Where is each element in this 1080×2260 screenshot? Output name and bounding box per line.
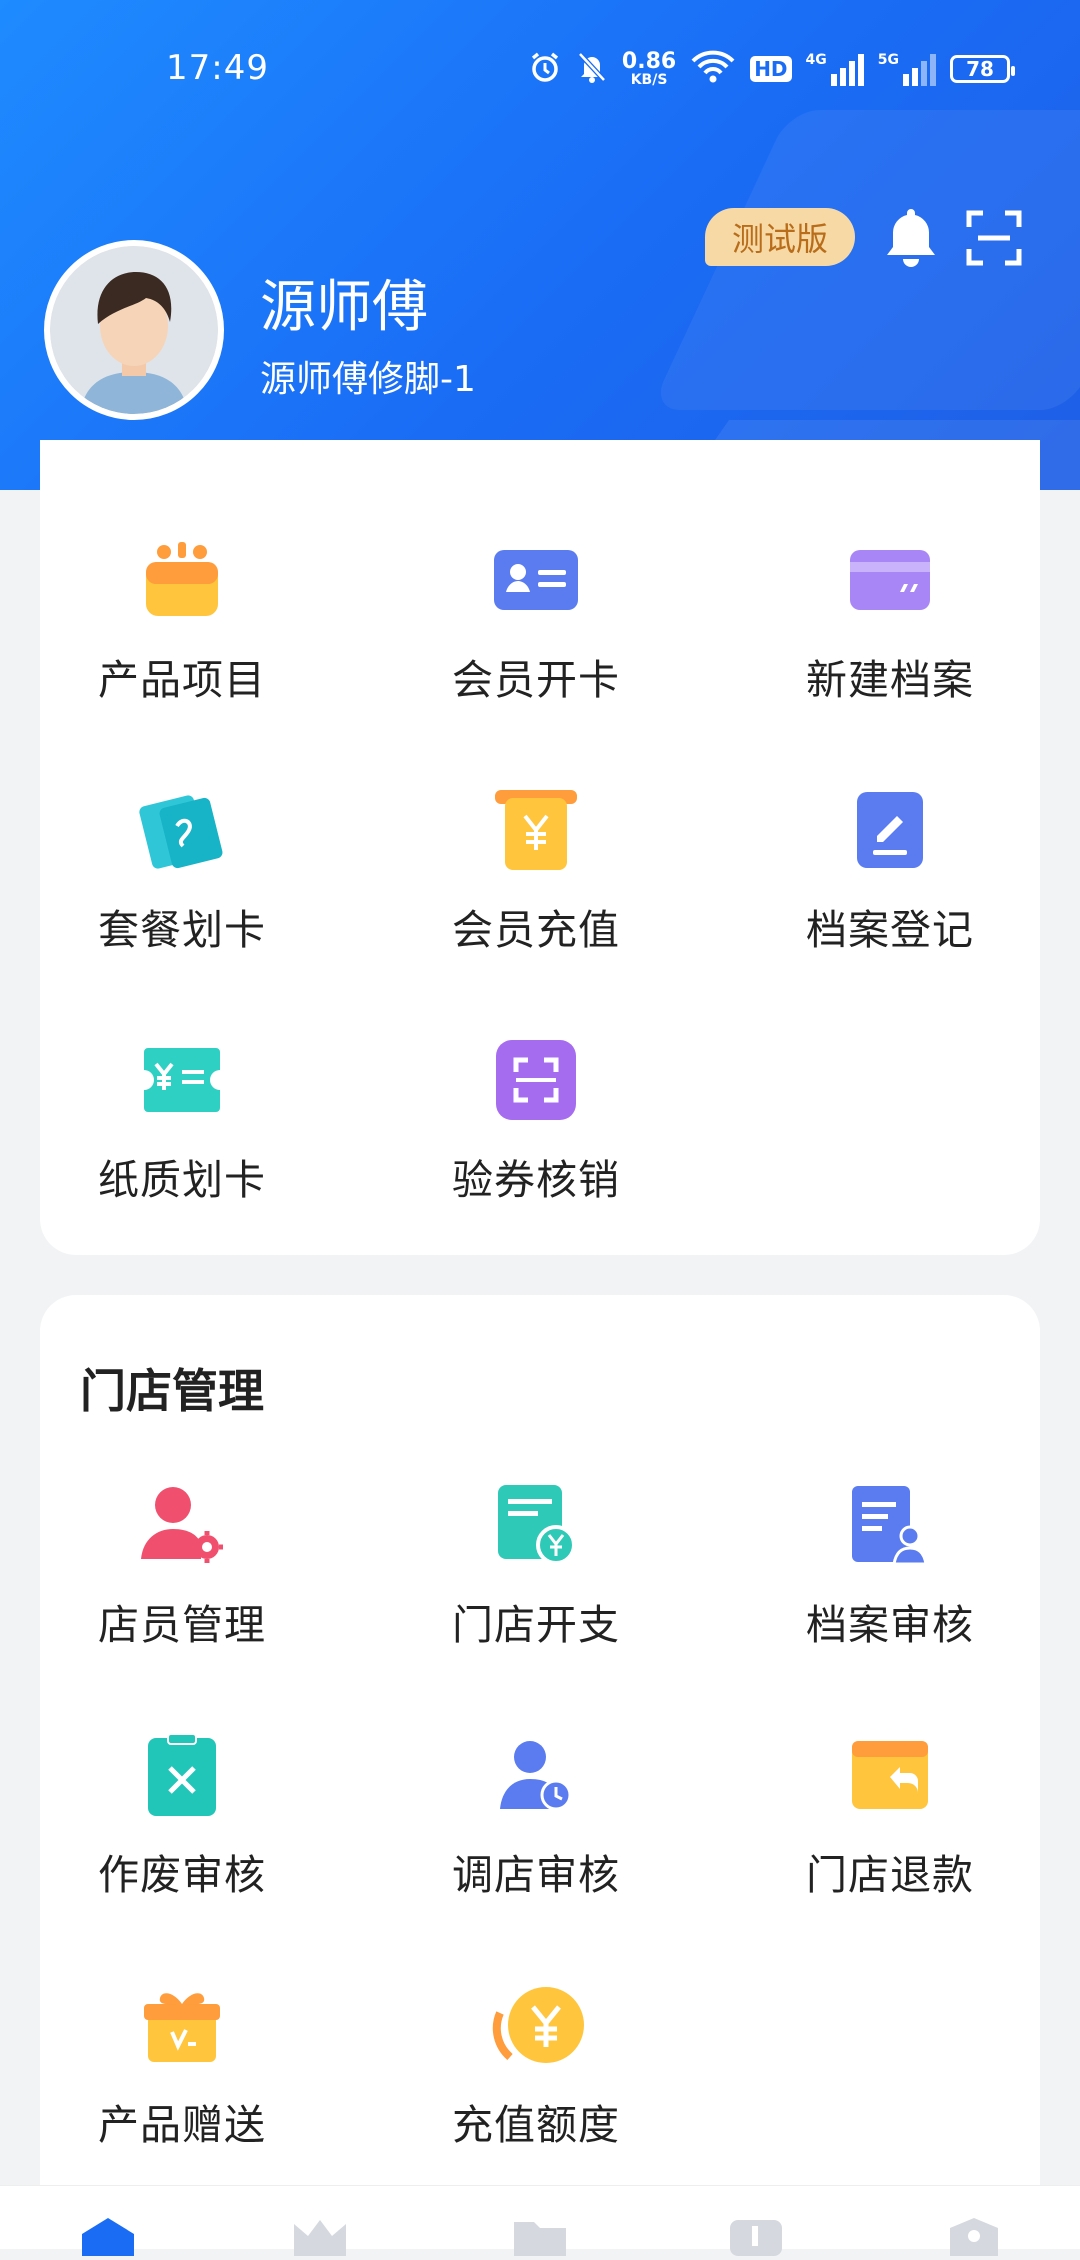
void-clipboard-icon [132,1725,232,1825]
grid-item-label: 纸质划卡 [98,1156,266,1204]
avatar-illustration [50,246,218,414]
grid-item-label: 会员开卡 [452,656,620,704]
grid-item-void-review[interactable]: 作废审核 [32,1725,332,1901]
grid-item-label: 调店审核 [452,1851,620,1899]
grid-item-archive-review[interactable]: 档案审核 [740,1475,1040,1651]
grid-item-label: 档案审核 [806,1601,974,1649]
tab-folder-icon[interactable] [510,2216,570,2256]
grid-item-product-project[interactable]: 产品项目 [32,530,332,706]
user-name: 源师傅 [260,275,428,340]
grid-item-transfer-review[interactable]: 调店审核 [386,1725,686,1901]
grid-item-member-recharge[interactable]: 会员充值 [386,780,686,956]
grid-item-label: 产品项目 [98,656,266,704]
avatar[interactable] [44,240,224,420]
refund-icon [840,1725,940,1825]
grid-item-paper-swipe[interactable]: 纸质划卡 [32,1030,332,1206]
grid-item-product-gift[interactable]: 产品赠送 [32,1975,332,2151]
card-icon [840,530,940,630]
paper-ticket-icon [132,1030,232,1130]
transfer-clock-icon [486,1725,586,1825]
bottom-tab-bar [0,2185,1080,2256]
grid-item-staff-management[interactable]: 店员管理 [32,1475,332,1651]
notification-bell-icon[interactable] [882,205,940,273]
scan-icon[interactable] [966,210,1022,270]
grid-item-archive-register[interactable]: 档案登记 [740,780,1040,956]
net-speed-value: 0.86 [621,49,677,74]
store-management-card: 门店管理 店员管理 门店开支 档案审核 作废审核 调店审核 门店退款 产品赠送 … [40,1295,1040,2195]
grid-item-label: 门店开支 [452,1601,620,1649]
wifi-icon [690,50,736,88]
test-version-badge: 测试版 [705,208,855,266]
section-title: 门店管理 [80,1364,264,1418]
grid-item-recharge-quota[interactable]: 充值额度 [386,1975,686,2151]
member-card-icon [486,530,586,630]
status-time: 17:49 [166,48,269,88]
grid-item-package-swipe[interactable]: 套餐划卡 [32,780,332,956]
package-cards-icon [132,780,232,880]
tab-chart-icon[interactable] [726,2216,786,2256]
grid-item-store-expense[interactable]: 门店开支 [386,1475,686,1651]
edit-document-icon [840,780,940,880]
tab-crown-icon[interactable] [290,2216,350,2256]
alarm-icon [528,50,562,88]
status-bar: 17:49 0.86 KB/S HD 4G 5G 78 [0,0,1080,115]
hd-icon: HD [750,56,792,82]
grid-item-label: 充值额度 [452,2101,620,2149]
recharge-yuan-icon [486,780,586,880]
quick-actions-card: 产品项目 会员开卡 新建档案 套餐划卡 会员充值 档案登记 纸质划卡 验券核销 [40,440,1040,1255]
grid-item-label: 产品赠送 [98,2101,266,2149]
grid-item-label: 门店退款 [806,1851,974,1899]
tab-profile-icon[interactable] [944,2216,1004,2256]
scan-coupon-icon [486,1030,586,1130]
grid-item-label: 档案登记 [806,906,974,954]
signal-4g-label: 4G [805,52,827,68]
shop-name[interactable]: 源师傅修脚-1 [260,350,476,402]
basket-icon [132,530,232,630]
grid-item-label: 新建档案 [806,656,974,704]
expense-icon [486,1475,586,1575]
quota-coin-icon [486,1975,586,2075]
signal-5g-icon: 5G [878,52,936,86]
grid-item-new-archive[interactable]: 新建档案 [740,530,1040,706]
grid-item-coupon-verify[interactable]: 验券核销 [386,1030,686,1206]
battery-indicator: 78 [950,55,1015,83]
grid-item-label: 套餐划卡 [98,906,266,954]
staff-settings-icon [132,1475,232,1575]
header-banner: 17:49 0.86 KB/S HD 4G 5G 78 源师傅 源师傅修脚-1 … [0,0,1080,490]
mute-bell-icon [576,50,608,88]
net-speed-unit: KB/S [630,72,668,88]
grid-item-label: 验券核销 [452,1156,620,1204]
grid-item-member-open-card[interactable]: 会员开卡 [386,530,686,706]
net-speed: 0.86 KB/S [621,49,677,88]
grid-item-label: 会员充值 [452,906,620,954]
gift-icon [132,1975,232,2075]
tab-home-icon[interactable] [78,2216,138,2256]
signal-4g-icon: 4G [806,52,864,86]
archive-review-icon [840,1475,940,1575]
grid-item-label: 作废审核 [98,1851,266,1899]
grid-item-store-refund[interactable]: 门店退款 [740,1725,1040,1901]
grid-item-label: 店员管理 [98,1601,266,1649]
signal-5g-label: 5G [877,52,899,68]
